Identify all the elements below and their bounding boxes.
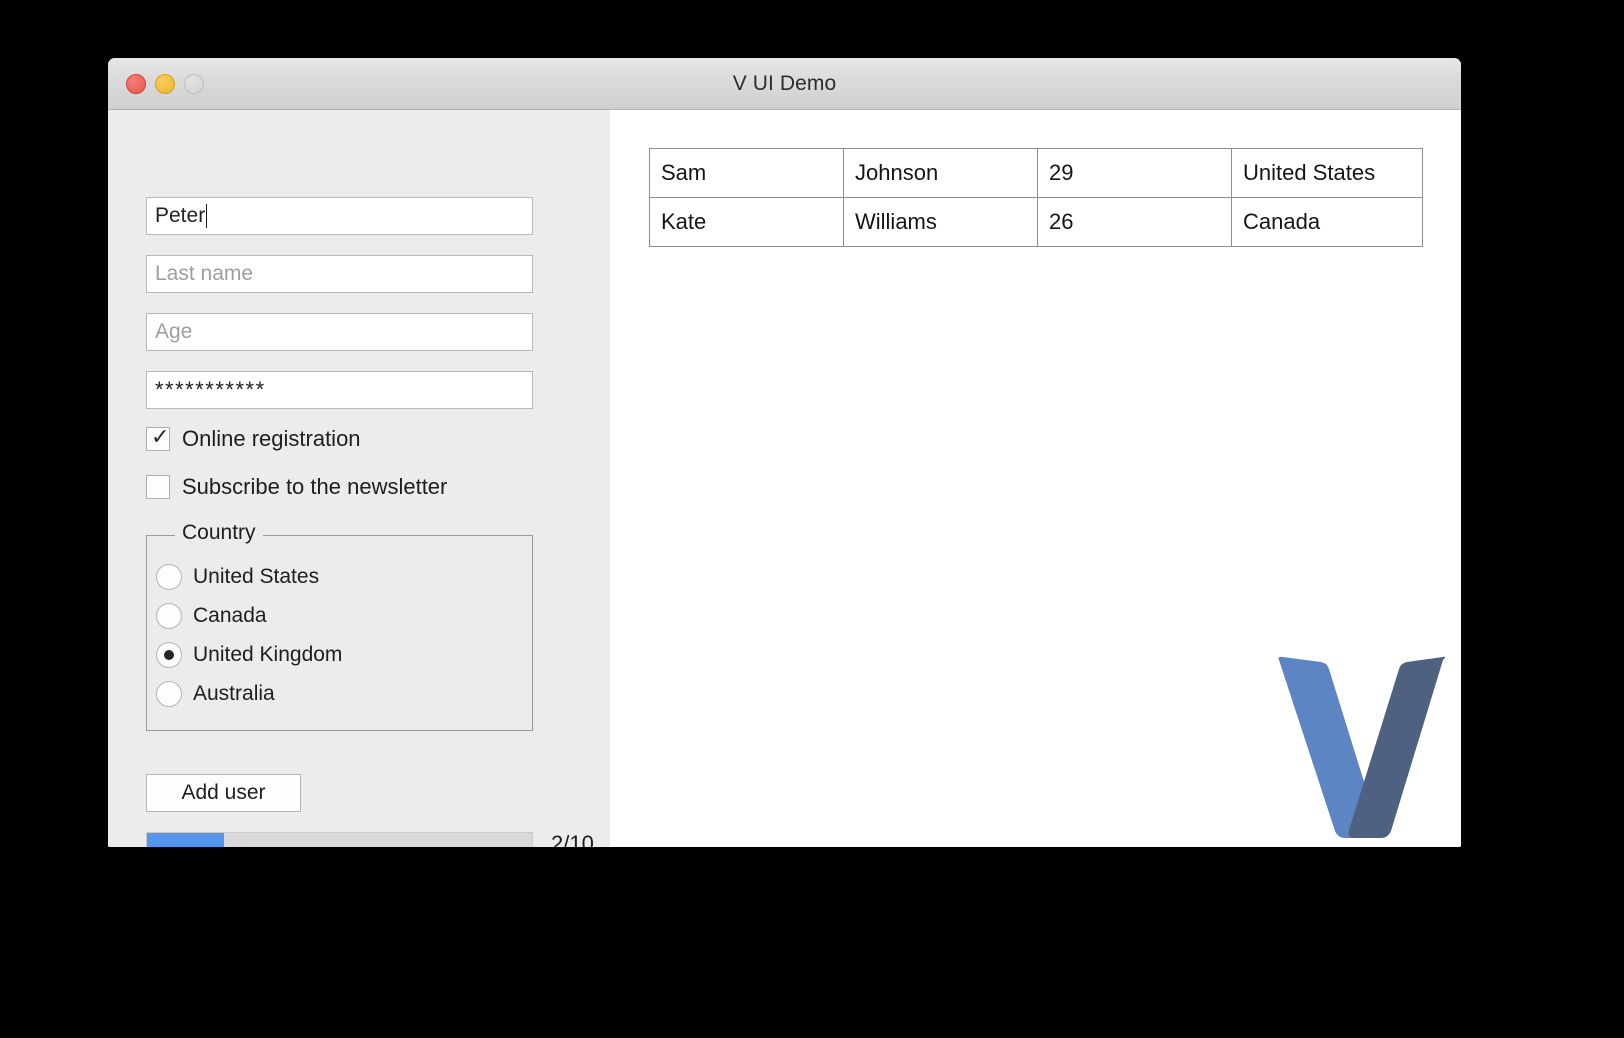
cell-first-name: Sam xyxy=(650,149,844,198)
radio-button[interactable] xyxy=(156,681,182,707)
radio-united-states[interactable]: United States xyxy=(156,564,319,590)
users-table: Sam Johnson 29 United States Kate Willia… xyxy=(649,148,1423,247)
first-name-input[interactable]: Peter xyxy=(146,197,533,235)
radio-canada[interactable]: Canada xyxy=(156,603,267,629)
title-bar: V UI Demo xyxy=(108,58,1461,110)
window-controls xyxy=(126,74,204,94)
checkbox-label: Online registration xyxy=(182,426,361,452)
add-user-button[interactable]: Add user xyxy=(146,774,301,812)
cell-age: 26 xyxy=(1038,198,1232,247)
table-row[interactable]: Sam Johnson 29 United States xyxy=(650,149,1423,198)
results-panel: Sam Johnson 29 United States Kate Willia… xyxy=(610,110,1461,847)
password-masked-value: *********** xyxy=(155,377,266,403)
radio-label: United States xyxy=(193,565,319,589)
checkbox-box[interactable]: ✓ xyxy=(146,427,170,451)
progress-bar xyxy=(146,832,533,848)
checkbox-label: Subscribe to the newsletter xyxy=(182,474,447,500)
table-row[interactable]: Kate Williams 26 Canada xyxy=(650,198,1423,247)
cell-age: 29 xyxy=(1038,149,1232,198)
last-name-placeholder: Last name xyxy=(155,262,253,286)
country-group-legend: Country xyxy=(175,521,263,545)
progress-area: 2/10 xyxy=(146,831,594,847)
cell-country: United States xyxy=(1232,149,1423,198)
radio-button[interactable] xyxy=(156,564,182,590)
cell-last-name: Williams xyxy=(844,198,1038,247)
close-button[interactable] xyxy=(126,74,146,94)
cell-country: Canada xyxy=(1232,198,1423,247)
radio-button[interactable] xyxy=(156,642,182,668)
v-logo xyxy=(1261,648,1461,847)
checkbox-subscribe-newsletter[interactable]: Subscribe to the newsletter xyxy=(146,474,447,500)
checkbox-online-registration[interactable]: ✓ Online registration xyxy=(146,426,361,452)
window-title: V UI Demo xyxy=(108,72,1461,96)
zoom-button[interactable] xyxy=(184,74,204,94)
age-placeholder: Age xyxy=(155,320,192,344)
progress-fill xyxy=(147,833,224,848)
radio-united-kingdom[interactable]: United Kingdom xyxy=(156,642,342,668)
cell-first-name: Kate xyxy=(650,198,844,247)
checkbox-box[interactable] xyxy=(146,475,170,499)
app-window: V UI Demo Peter Last name Age **********… xyxy=(108,58,1461,847)
window-content: Peter Last name Age *********** ✓ Online… xyxy=(108,110,1461,847)
progress-label: 2/10 xyxy=(551,831,594,847)
radio-selected-dot xyxy=(164,650,174,660)
radio-label: Canada xyxy=(193,604,267,628)
radio-button[interactable] xyxy=(156,603,182,629)
age-input[interactable]: Age xyxy=(146,313,533,351)
form-panel: Peter Last name Age *********** ✓ Online… xyxy=(108,110,610,847)
minimize-button[interactable] xyxy=(155,74,175,94)
text-caret xyxy=(206,204,207,228)
last-name-input[interactable]: Last name xyxy=(146,255,533,293)
check-icon: ✓ xyxy=(151,425,169,449)
radio-label: Australia xyxy=(193,682,275,706)
radio-australia[interactable]: Australia xyxy=(156,681,275,707)
first-name-value: Peter xyxy=(155,204,205,228)
cell-last-name: Johnson xyxy=(844,149,1038,198)
country-group: Country United States Canada United King… xyxy=(146,535,533,731)
password-input[interactable]: *********** xyxy=(146,371,533,409)
radio-label: United Kingdom xyxy=(193,643,342,667)
